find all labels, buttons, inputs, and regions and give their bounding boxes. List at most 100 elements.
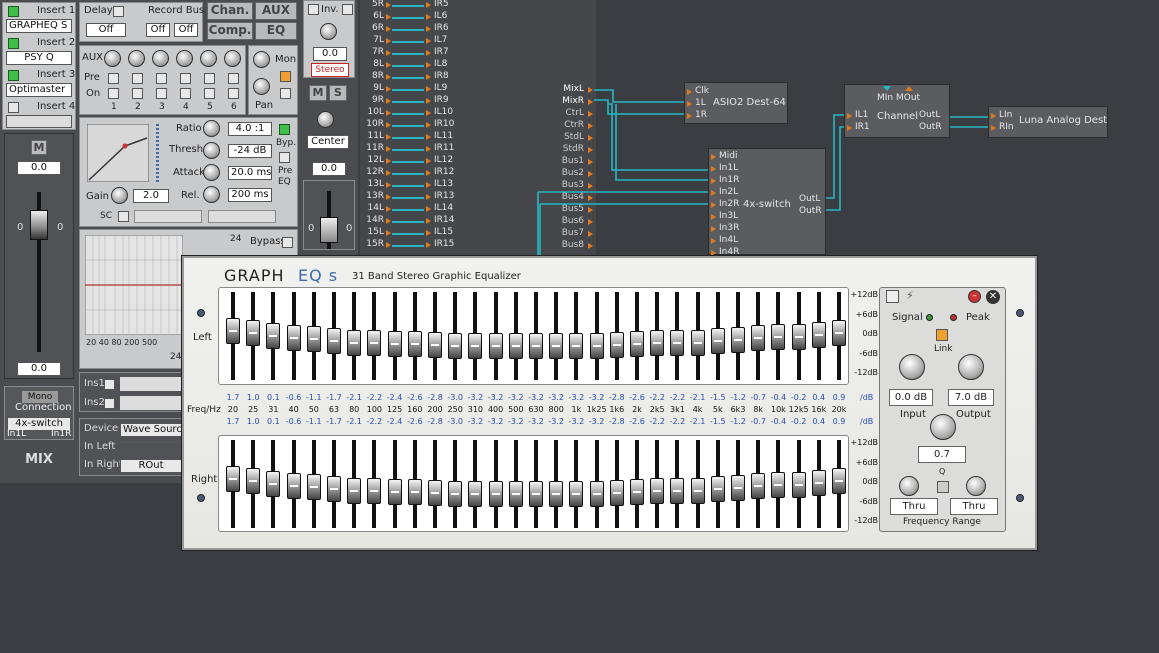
switch-pin-3[interactable] <box>711 190 716 196</box>
left-slider-27[interactable] <box>771 324 786 351</box>
freq-high-knob[interactable] <box>966 476 986 496</box>
insert-4-field[interactable] <box>6 115 72 128</box>
aux-1-on[interactable] <box>108 88 119 99</box>
insert-3-field[interactable]: Optimaster <box>6 83 72 97</box>
right-slider-17[interactable] <box>569 481 584 508</box>
right-slider-0[interactable] <box>226 465 240 492</box>
bypass-checkbox[interactable] <box>282 237 293 248</box>
pan-checkbox[interactable] <box>280 88 291 99</box>
aux-2-pre[interactable] <box>132 73 143 84</box>
rel-knob[interactable] <box>203 186 220 203</box>
in-left-field[interactable] <box>120 441 182 443</box>
left-slider-0[interactable] <box>226 317 240 344</box>
record-bus-field-2[interactable]: Off <box>174 23 198 37</box>
input-gain-knob[interactable] <box>320 23 337 40</box>
left-slider-16[interactable] <box>549 333 564 360</box>
aux-4-knob[interactable] <box>176 50 193 67</box>
ratio-knob[interactable] <box>203 120 220 137</box>
asio-dest-node[interactable]: Clk 1L 1R ASIO2 Dest-64 <box>684 82 788 124</box>
right-slider-26[interactable] <box>751 473 766 500</box>
insert-3-led[interactable] <box>8 70 19 81</box>
inv-checkbox[interactable] <box>308 4 319 15</box>
comp-enable-led[interactable] <box>279 124 290 135</box>
input-value[interactable]: 0.0 dB <box>889 389 933 406</box>
left-slider-10[interactable] <box>428 331 442 358</box>
left-slider-7[interactable] <box>367 329 382 356</box>
right-slider-29[interactable] <box>811 469 826 496</box>
gain-knob[interactable] <box>111 187 128 204</box>
sc-source-field[interactable] <box>134 210 202 223</box>
left-slider-9[interactable] <box>407 331 422 358</box>
left-slider-3[interactable] <box>286 324 301 351</box>
fader-2-handle[interactable] <box>320 217 338 243</box>
left-slider-6[interactable] <box>347 329 362 356</box>
left-slider-17[interactable] <box>569 333 584 360</box>
right-slider-23[interactable] <box>690 477 705 504</box>
right-slider-28[interactable] <box>791 471 806 498</box>
right-slider-1[interactable] <box>246 467 261 494</box>
aux-5-pre[interactable] <box>204 73 215 84</box>
thresh-field[interactable]: -24 dB <box>228 144 272 158</box>
aux-6-pre[interactable] <box>228 73 239 84</box>
minimize-icon[interactable]: – <box>968 290 981 303</box>
switch-node[interactable]: 4x-switch OutL OutR Midi In1L In1R In2L In2R… <box>708 148 826 257</box>
aux-4-on[interactable] <box>180 88 191 99</box>
aux-2-knob[interactable] <box>128 50 145 67</box>
right-slider-9[interactable] <box>407 479 422 506</box>
left-slider-18[interactable] <box>589 333 604 360</box>
pan-value-field[interactable]: 0.0 <box>312 162 346 176</box>
aux-button[interactable]: AUX <box>255 2 297 20</box>
aux-3-knob[interactable] <box>152 50 169 67</box>
left-slider-28[interactable] <box>791 323 806 350</box>
left-slider-14[interactable] <box>508 333 523 360</box>
attack-field[interactable]: 20.0 ms <box>228 166 272 180</box>
q-knob[interactable] <box>930 414 956 440</box>
ratio-field[interactable]: 4.0 :1 <box>228 122 272 136</box>
left-slider-23[interactable] <box>690 329 705 356</box>
sc-checkbox[interactable] <box>118 211 129 222</box>
right-slider-15[interactable] <box>529 481 543 508</box>
delay-field[interactable]: Off <box>86 23 126 37</box>
right-slider-21[interactable] <box>650 477 665 504</box>
mute-button[interactable]: M <box>309 85 327 101</box>
right-slider-6[interactable] <box>347 477 362 504</box>
ins2-checkbox[interactable] <box>104 398 115 409</box>
ins1-field[interactable] <box>120 377 182 391</box>
switch-pin-4[interactable] <box>711 202 716 208</box>
thresh-knob[interactable] <box>203 142 220 159</box>
left-slider-22[interactable] <box>670 329 685 356</box>
left-slider-4[interactable] <box>306 326 321 353</box>
left-slider-11[interactable] <box>448 332 463 359</box>
right-slider-13[interactable] <box>488 481 503 508</box>
aux-5-on[interactable] <box>204 88 215 99</box>
right-slider-2[interactable] <box>266 470 281 497</box>
right-slider-3[interactable] <box>286 472 301 499</box>
byp-checkbox[interactable] <box>279 152 290 163</box>
left-slider-1[interactable] <box>246 319 261 346</box>
left-slider-19[interactable] <box>609 331 624 358</box>
output-knob[interactable] <box>958 354 984 380</box>
main-fader-handle[interactable] <box>30 210 48 240</box>
freq-low-knob[interactable] <box>899 476 919 496</box>
bypass-plug-icon[interactable]: ⚡ <box>906 290 921 303</box>
luna-dest-node[interactable]: LIn RIn Luna Analog Dest <box>988 106 1108 138</box>
left-slider-30[interactable] <box>832 320 846 347</box>
rel-field[interactable]: 200 ms <box>228 188 272 202</box>
center-pan-knob[interactable] <box>317 111 334 128</box>
delay-checkbox[interactable] <box>113 6 124 17</box>
aux-5-knob[interactable] <box>200 50 217 67</box>
right-slider-11[interactable] <box>448 480 463 507</box>
right-slider-19[interactable] <box>609 479 624 506</box>
aux-6-knob[interactable] <box>224 50 241 67</box>
chan-button[interactable]: Chan. <box>207 2 253 20</box>
attack-knob[interactable] <box>203 164 220 181</box>
left-slider-8[interactable] <box>387 330 402 357</box>
right-slider-7[interactable] <box>367 477 382 504</box>
right-slider-16[interactable] <box>549 481 564 508</box>
aux-3-on[interactable] <box>156 88 167 99</box>
ins1-checkbox[interactable] <box>104 379 115 390</box>
left-slider-24[interactable] <box>710 327 725 354</box>
insert-4-led[interactable] <box>8 102 19 113</box>
left-slider-13[interactable] <box>488 333 503 360</box>
preset-icon[interactable] <box>886 290 899 303</box>
